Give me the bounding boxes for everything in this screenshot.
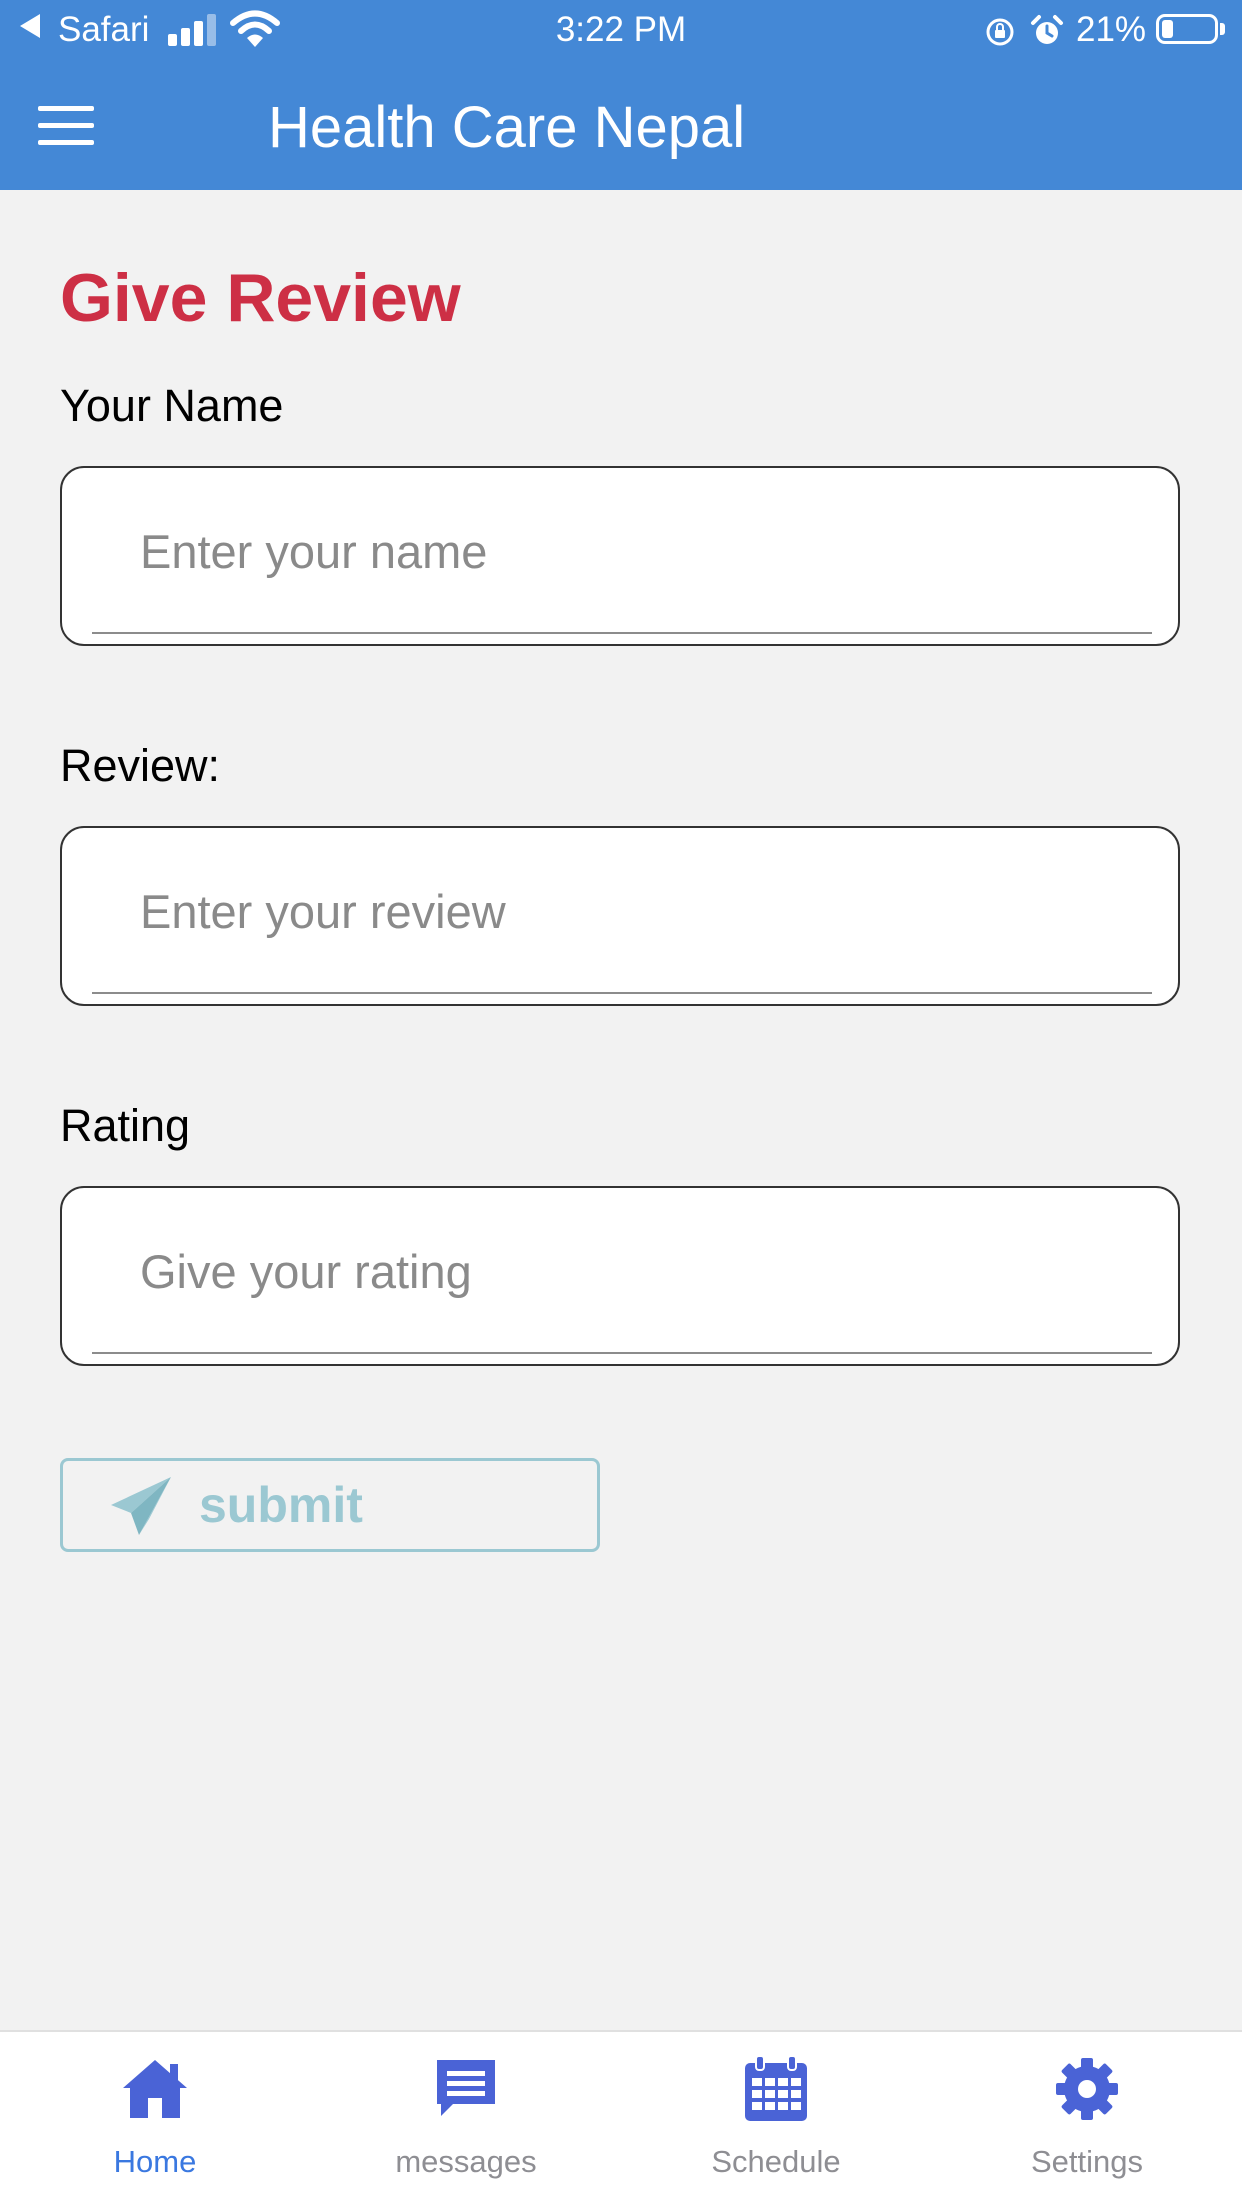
gear-icon (1056, 2058, 1118, 2120)
tab-schedule-label: Schedule (711, 2144, 841, 2179)
paper-plane-icon (111, 1477, 171, 1535)
alarm-clock-icon (1031, 15, 1063, 44)
submit-label: submit (199, 1477, 363, 1533)
rating-input[interactable] (140, 1188, 1100, 1354)
submit-button[interactable]: submit (60, 1458, 600, 1552)
name-label: Your Name (60, 380, 284, 431)
review-input[interactable] (140, 828, 1100, 994)
page-title: Give Review (60, 260, 461, 336)
input-underline (92, 632, 1152, 634)
tab-messages-label: messages (395, 2144, 537, 2179)
home-icon (123, 2060, 187, 2118)
battery-percent: 21% (1076, 10, 1147, 49)
input-underline (92, 992, 1152, 994)
battery-tip (1220, 23, 1225, 35)
battery-icon (1156, 14, 1218, 44)
review-label: Review: (60, 740, 221, 791)
bottom-tab-bar: Home messages Schedule Settings (0, 2030, 1242, 2208)
message-icon (437, 2060, 495, 2116)
rating-label: Rating (60, 1100, 191, 1151)
tab-schedule[interactable]: Schedule (621, 2032, 931, 2208)
name-field[interactable] (60, 466, 1180, 646)
hamburger-menu-icon[interactable] (38, 106, 94, 146)
tab-home[interactable]: Home (0, 2032, 310, 2208)
calendar-icon (745, 2055, 807, 2121)
tab-settings-label: Settings (1030, 2144, 1143, 2179)
tab-messages[interactable]: messages (311, 2032, 621, 2208)
input-underline (92, 1352, 1152, 1354)
tab-settings[interactable]: Settings (932, 2032, 1242, 2208)
battery-level-fill (1162, 20, 1173, 38)
name-input[interactable] (140, 468, 1100, 634)
review-field[interactable] (60, 826, 1180, 1006)
app-header: Safari 3:22 PM 21% Health Care Nepal (0, 0, 1242, 190)
rating-field[interactable] (60, 1186, 1180, 1366)
tab-home-label: Home (113, 2144, 197, 2179)
orientation-lock-icon (986, 18, 1014, 46)
app-title: Health Care Nepal (268, 95, 746, 160)
